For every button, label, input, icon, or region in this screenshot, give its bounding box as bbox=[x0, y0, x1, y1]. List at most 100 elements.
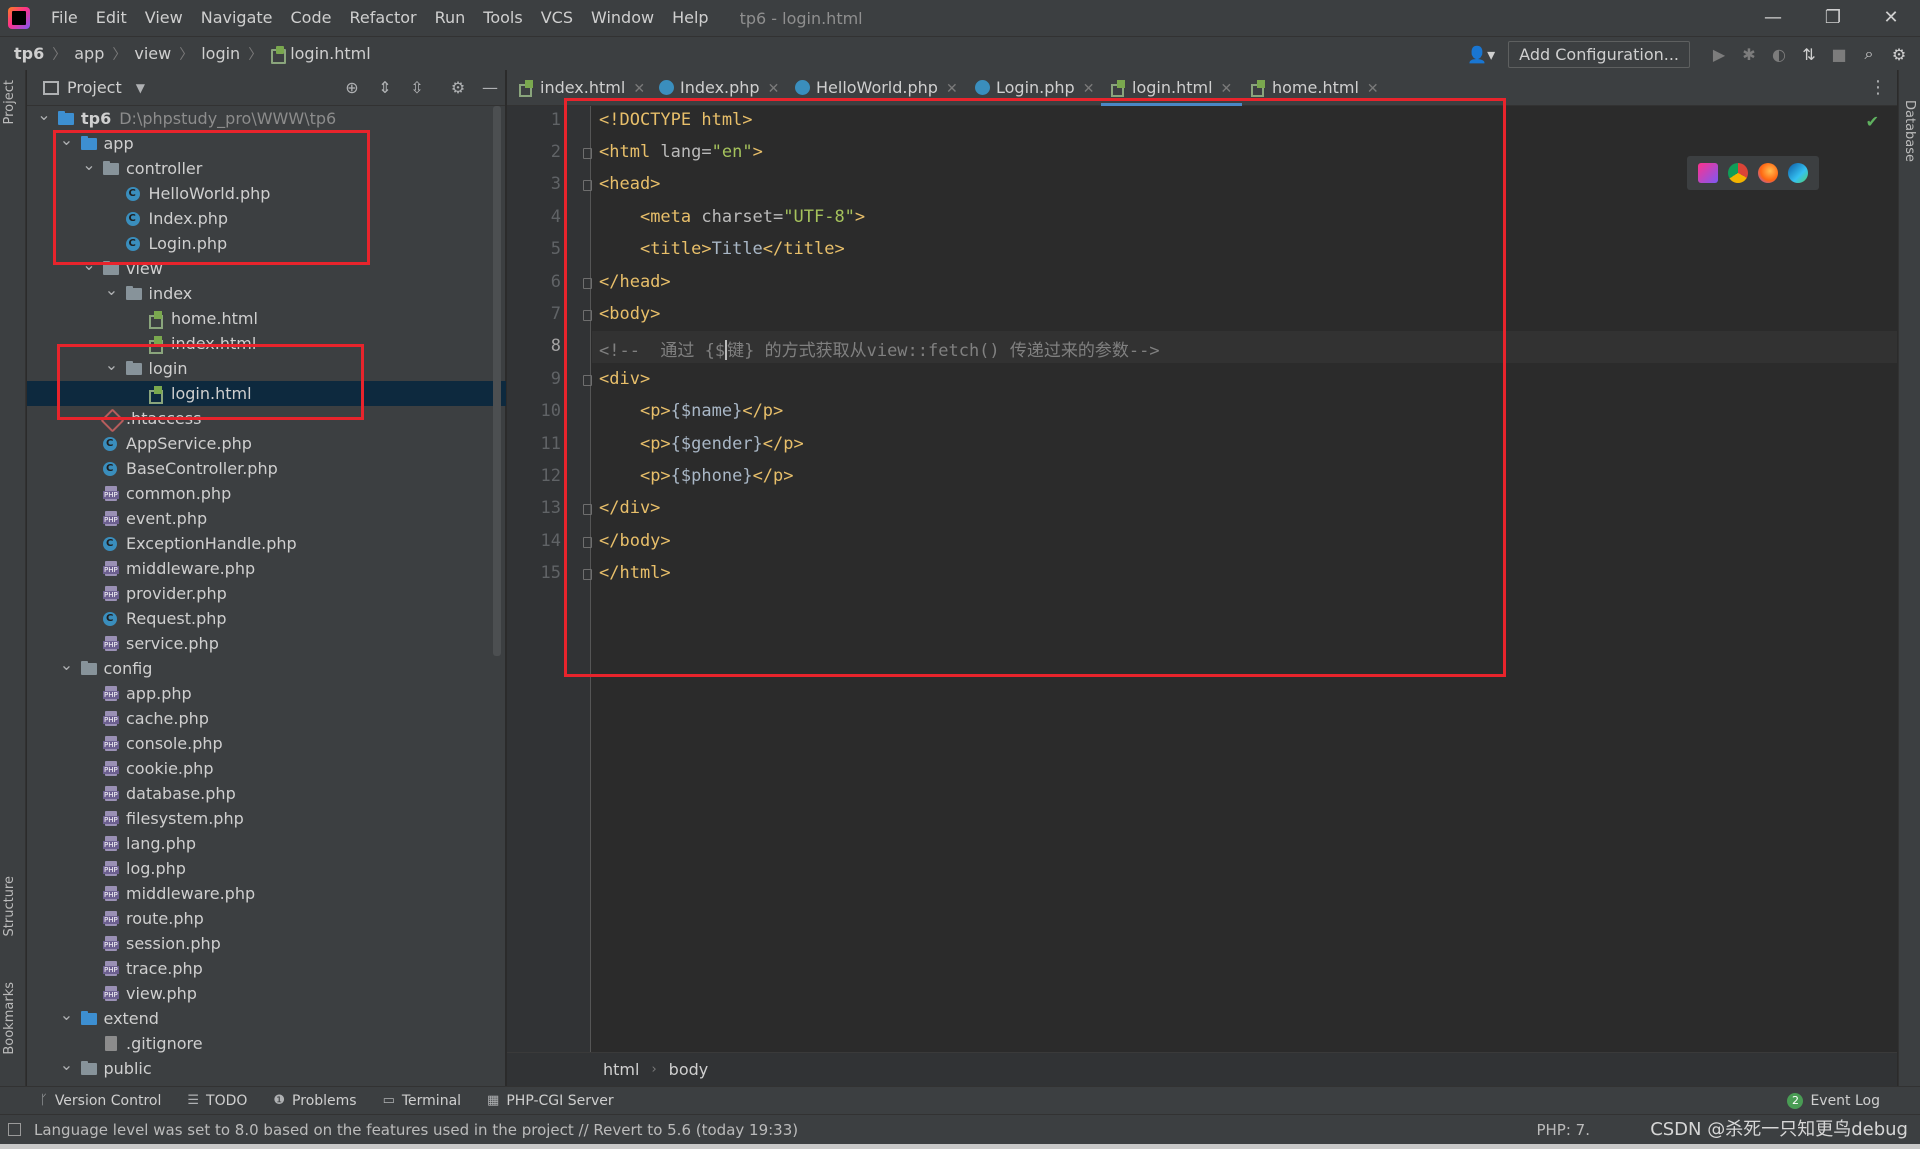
close-icon[interactable]: ✕ bbox=[1367, 81, 1379, 97]
html-file-icon bbox=[1251, 80, 1266, 97]
user-dropdown-icon[interactable]: 👤▾ bbox=[1466, 45, 1496, 64]
gear-icon[interactable]: ⚙ bbox=[1884, 45, 1914, 64]
chrome-icon[interactable] bbox=[1728, 163, 1748, 183]
tree-file[interactable]: ExceptionHandle.php bbox=[27, 531, 506, 556]
status-window-icon[interactable] bbox=[8, 1123, 21, 1136]
tree-file[interactable]: database.php bbox=[27, 781, 506, 806]
menu-vcs[interactable]: VCS bbox=[532, 0, 582, 36]
structure-tool-tab[interactable]: Structure bbox=[2, 876, 17, 936]
search-icon[interactable]: ⌕ bbox=[1854, 44, 1884, 64]
project-panel-title[interactable]: Project bbox=[67, 78, 122, 97]
tree-file[interactable]: view.php bbox=[27, 981, 506, 1006]
restore-button[interactable]: ❐ bbox=[1804, 0, 1862, 36]
tree-file[interactable]: home.html bbox=[27, 306, 506, 331]
menu-navigate[interactable]: Navigate bbox=[192, 0, 282, 36]
tree-scrollbar[interactable] bbox=[493, 106, 501, 656]
tree-file[interactable]: service.php bbox=[27, 631, 506, 656]
tree-file[interactable]: common.php bbox=[27, 481, 506, 506]
breadcrumb-view[interactable]: view bbox=[134, 44, 171, 63]
expand-all-icon[interactable]: ⇕ bbox=[370, 70, 400, 106]
hide-panel-icon[interactable]: — bbox=[475, 70, 505, 106]
edge-icon[interactable] bbox=[1788, 163, 1808, 183]
tree-file[interactable]: cache.php bbox=[27, 706, 506, 731]
tree-file[interactable]: session.php bbox=[27, 931, 506, 956]
tree-file[interactable]: filesystem.php bbox=[27, 806, 506, 831]
tree-file[interactable]: log.php bbox=[27, 856, 506, 881]
tree-folder[interactable]: ⌄ config bbox=[27, 655, 506, 681]
tree-file[interactable]: console.php bbox=[27, 731, 506, 756]
tree-file[interactable]: BaseController.php bbox=[27, 456, 506, 481]
minimize-button[interactable]: — bbox=[1744, 0, 1802, 36]
tree-file[interactable]: Request.php bbox=[27, 606, 506, 631]
tree-file[interactable]: .gitignore bbox=[27, 1031, 506, 1056]
tree-file[interactable]: provider.php bbox=[27, 581, 506, 606]
menu-file[interactable]: File bbox=[42, 0, 87, 36]
tab-options-icon[interactable]: ⋮ bbox=[1869, 70, 1887, 106]
run-icon[interactable]: ▶ bbox=[1704, 45, 1734, 64]
menu-help[interactable]: Help bbox=[663, 0, 717, 36]
close-icon[interactable]: ✕ bbox=[1221, 81, 1233, 97]
debug-icon[interactable]: ✱ bbox=[1734, 45, 1764, 64]
php-version-status[interactable]: PHP: 7. bbox=[1536, 1115, 1590, 1145]
menu-refactor[interactable]: Refactor bbox=[340, 0, 425, 36]
tree-folder[interactable]: ⌄ extend bbox=[27, 1005, 506, 1031]
stop-icon[interactable]: ■ bbox=[1824, 45, 1854, 64]
breadcrumb-app[interactable]: app bbox=[74, 44, 104, 63]
close-icon[interactable]: ✕ bbox=[768, 81, 780, 97]
menu-code[interactable]: Code bbox=[282, 0, 341, 36]
chevron-down-icon[interactable]: ⌄ bbox=[105, 277, 119, 302]
project-tool-tab[interactable]: Project bbox=[2, 80, 17, 124]
tree-file[interactable]: app.php bbox=[27, 681, 506, 706]
tree-file[interactable]: cookie.php bbox=[27, 756, 506, 781]
tree-item-label: extend bbox=[104, 1006, 159, 1031]
terminal-button[interactable]: ▭ Terminal bbox=[383, 1093, 461, 1109]
tree-file[interactable]: event.php bbox=[27, 506, 506, 531]
menu-view[interactable]: View bbox=[136, 0, 192, 36]
todo-button[interactable]: ☰ TODO bbox=[187, 1093, 247, 1109]
tree-file[interactable]: middleware.php bbox=[27, 881, 506, 906]
phpstorm-browser-icon[interactable] bbox=[1698, 163, 1718, 183]
profiler-icon[interactable]: ⇅ bbox=[1794, 45, 1824, 64]
tool-label: Terminal bbox=[401, 1092, 462, 1109]
menu-edit[interactable]: Edit bbox=[87, 0, 136, 36]
tree-folder[interactable]: ⌄ index bbox=[27, 280, 506, 306]
breadcrumb-project[interactable]: tp6 bbox=[14, 44, 44, 63]
chevron-down-icon[interactable]: ⌄ bbox=[37, 106, 51, 127]
menu-tools[interactable]: Tools bbox=[474, 0, 531, 36]
chevron-down-icon[interactable]: ▼ bbox=[136, 81, 145, 95]
chevron-down-icon[interactable]: ⌄ bbox=[60, 652, 74, 677]
status-message[interactable]: Language level was set to 8.0 based on t… bbox=[34, 1115, 798, 1145]
tree-file[interactable]: trace.php bbox=[27, 956, 506, 981]
firefox-icon[interactable] bbox=[1758, 163, 1778, 183]
close-icon[interactable]: ✕ bbox=[946, 81, 958, 97]
problems-button[interactable]: ❶ Problems bbox=[273, 1093, 356, 1109]
close-icon[interactable]: ✕ bbox=[1083, 81, 1095, 97]
event-log-button[interactable]: 2 Event Log bbox=[1787, 1087, 1880, 1115]
breadcrumb-body[interactable]: body bbox=[669, 1060, 709, 1079]
breadcrumb-login[interactable]: login bbox=[201, 44, 240, 63]
menu-window[interactable]: Window bbox=[582, 0, 663, 36]
tree-file[interactable]: route.php bbox=[27, 906, 506, 931]
add-configuration-button[interactable]: Add Configuration... bbox=[1508, 40, 1690, 68]
database-tool-tab[interactable]: Database bbox=[1902, 100, 1917, 162]
breadcrumb-html[interactable]: html bbox=[603, 1060, 639, 1079]
locate-file-icon[interactable]: ⊕ bbox=[337, 70, 367, 106]
tree-folder[interactable]: ⌄ tp6 D:\phpstudy_pro\WWW\tp6 bbox=[27, 106, 506, 131]
php-cgi-server-button[interactable]: ▦ PHP-CGI Server bbox=[487, 1093, 614, 1109]
tree-file[interactable]: lang.php bbox=[27, 831, 506, 856]
tree-file[interactable]: middleware.php bbox=[27, 556, 506, 581]
collapse-all-icon[interactable]: ⇳ bbox=[402, 70, 432, 106]
tree-file[interactable]: AppService.php bbox=[27, 431, 506, 456]
tree-folder[interactable]: ⌄ public bbox=[27, 1055, 506, 1081]
gear-icon[interactable]: ⚙ bbox=[443, 70, 473, 106]
breadcrumb-file[interactable]: login.html bbox=[290, 44, 371, 63]
chevron-down-icon[interactable]: ⌄ bbox=[60, 1002, 74, 1027]
menu-run[interactable]: Run bbox=[426, 0, 475, 36]
close-icon[interactable]: ✕ bbox=[633, 81, 645, 97]
version-control-button[interactable]: ᚴ Version Control bbox=[40, 1093, 161, 1109]
close-button[interactable]: ✕ bbox=[1862, 0, 1920, 36]
bookmarks-tool-tab[interactable]: Bookmarks bbox=[2, 982, 17, 1055]
chevron-down-icon[interactable]: ⌄ bbox=[60, 1052, 74, 1077]
coverage-icon[interactable]: ◐ bbox=[1764, 45, 1794, 64]
no-problems-check-icon[interactable]: ✔ bbox=[1866, 112, 1879, 131]
